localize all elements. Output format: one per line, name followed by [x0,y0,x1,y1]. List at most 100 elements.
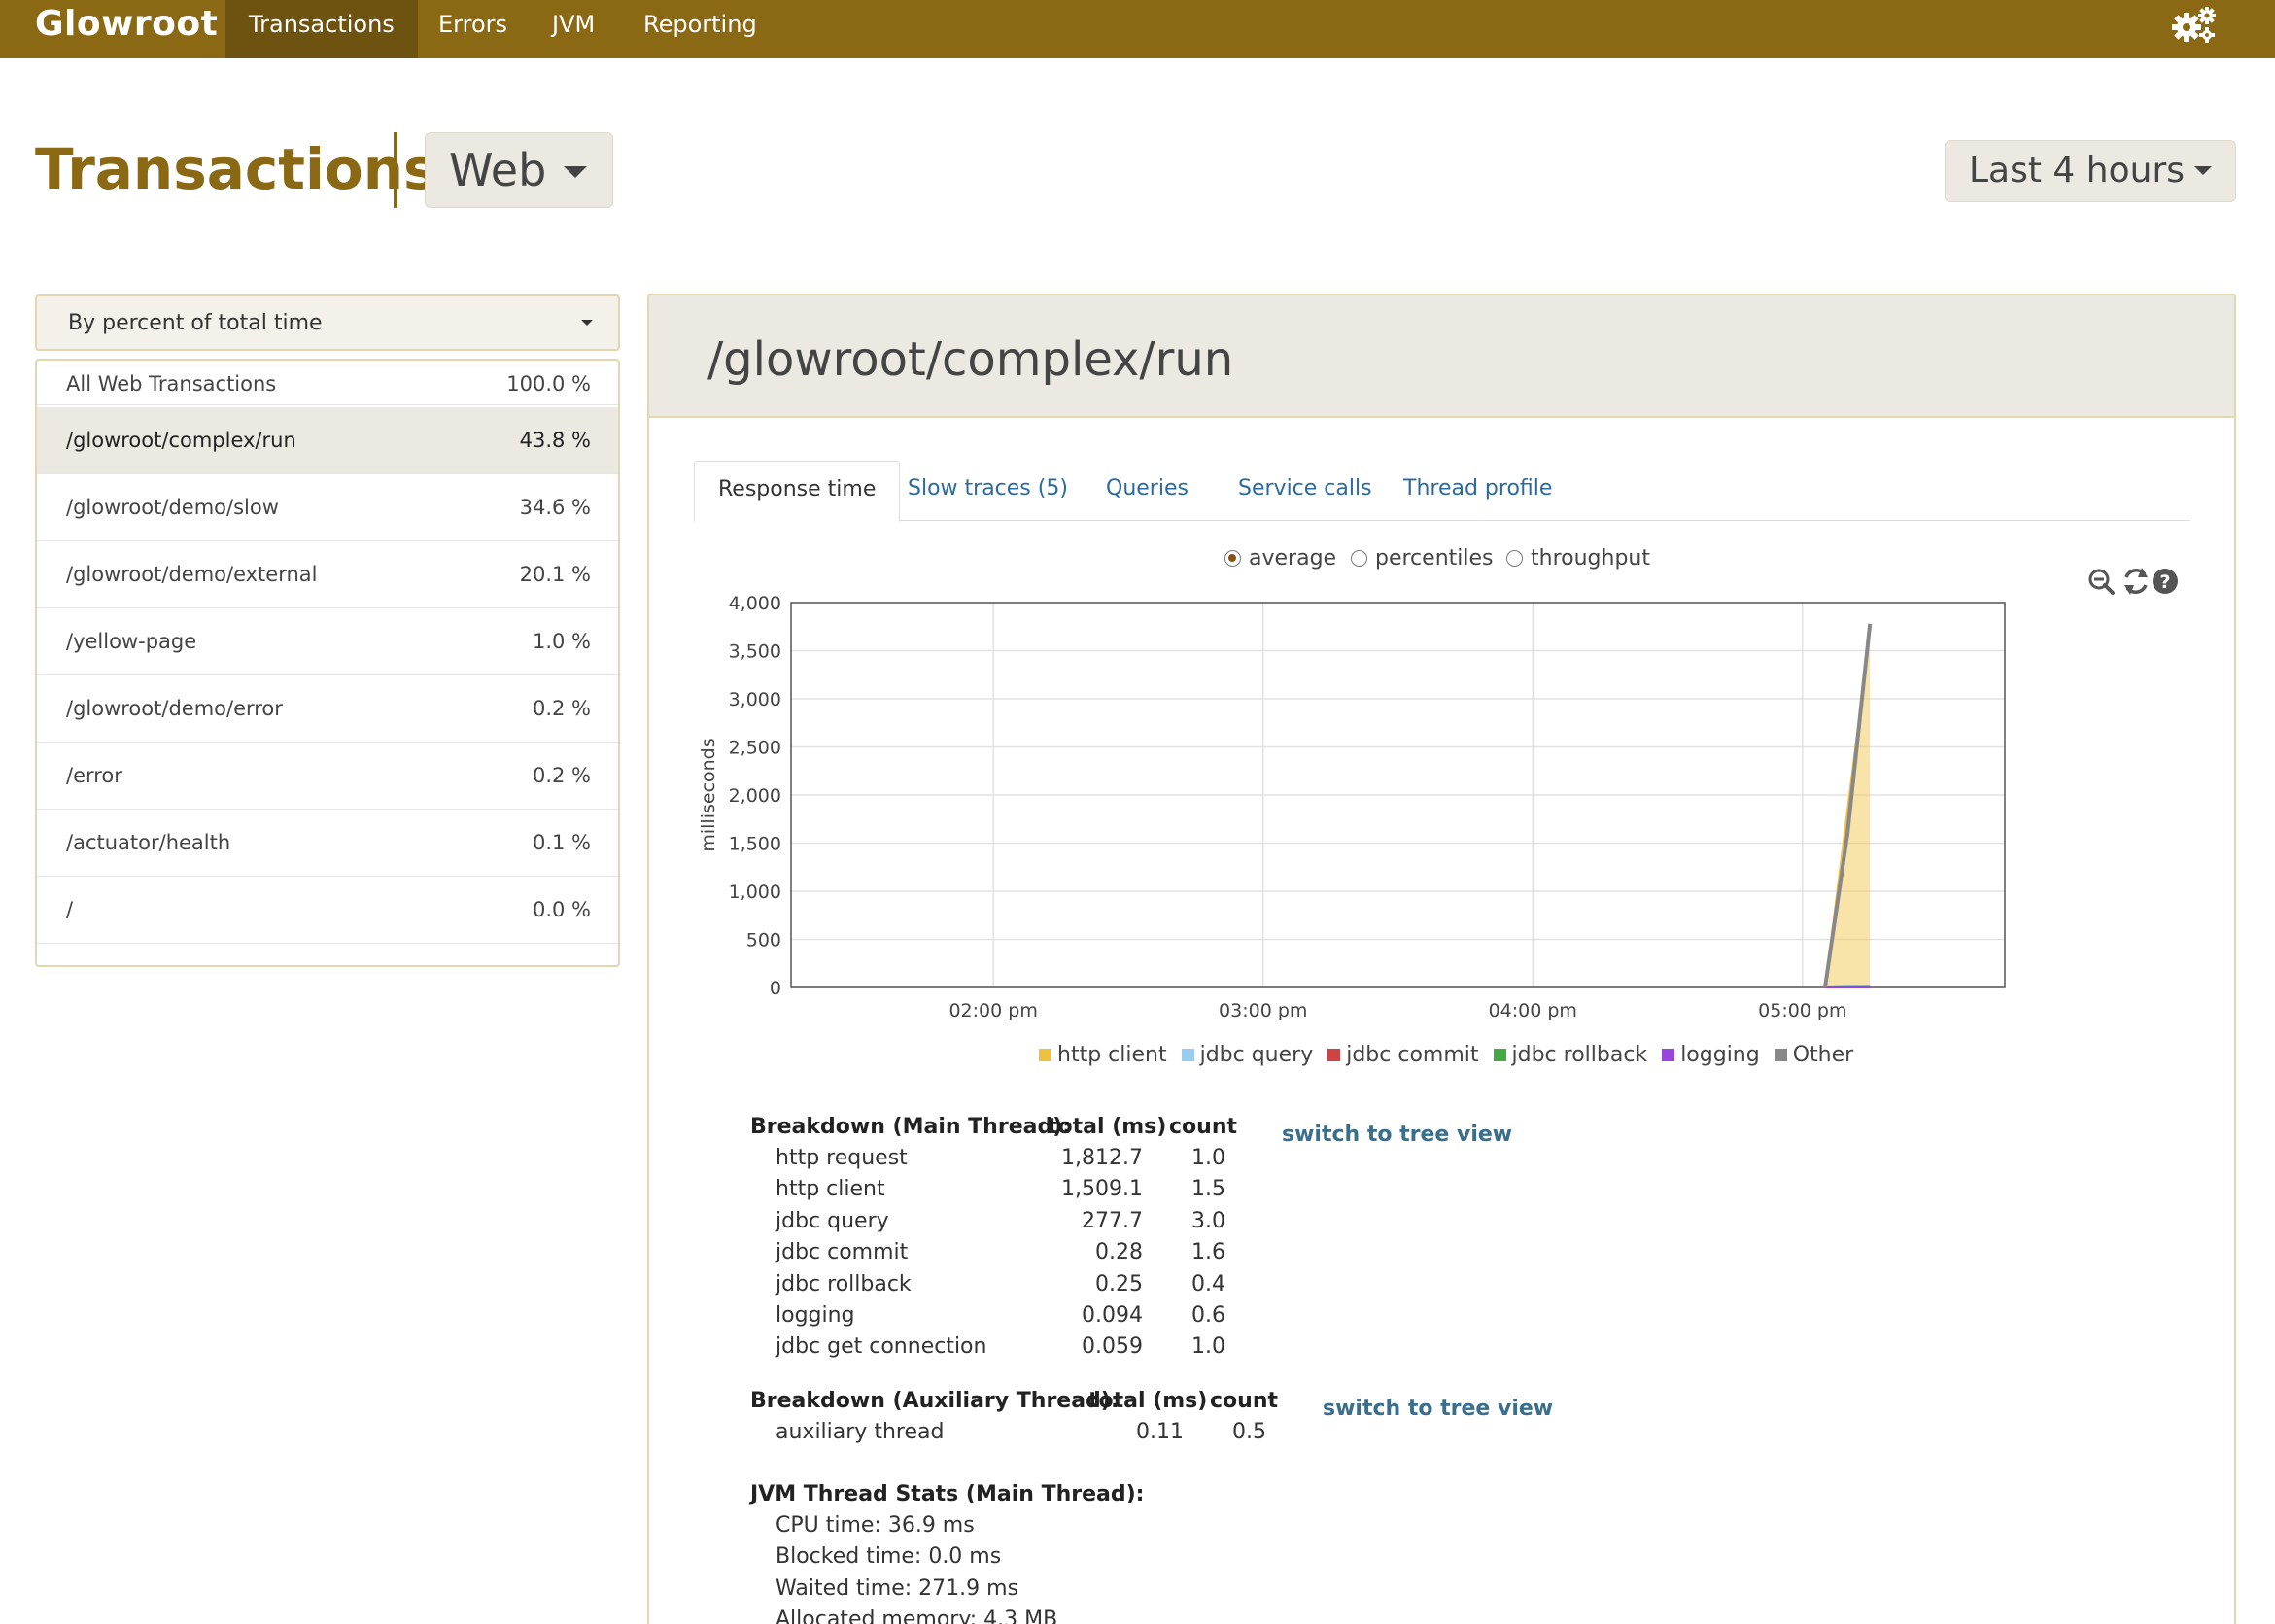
jvm-stat-line: Waited time: 271.9 ms [776,1575,1019,1601]
legend-label: http client [1057,1043,1167,1067]
switch-to-tree-view-aux[interactable]: switch to tree view [1323,1394,1553,1425]
breakdown-count: 1.0 [1191,1334,1225,1360]
transaction-name: All Web Transactions [66,372,277,396]
breakdown-count: 3.0 [1191,1208,1225,1233]
legend-item[interactable]: Other [1773,1041,1854,1070]
nav-transactions[interactable]: Transactions [225,0,418,58]
breakdown-col-count: count [1169,1115,1237,1139]
y-tick-label: 3,000 [729,689,781,710]
y-tick-label: 1,500 [729,834,781,855]
nav-jvm[interactable]: JVM [529,0,618,58]
transaction-type-dropdown[interactable]: Web [425,132,613,208]
jvm-stats-heading: JVM Thread Stats (Main Thread): [750,1482,1145,1506]
transaction-row[interactable]: /glowroot/demo/slow 34.6 % [37,474,618,541]
breakdown-count: 0.5 [1232,1420,1266,1444]
legend-item[interactable]: jdbc rollback [1492,1041,1647,1070]
breakdown-row: http request 1,812.7 1.0 [750,1143,1227,1174]
y-tick-label: 0 [770,978,781,999]
breakdown-total: 1,509.1 [1061,1177,1143,1202]
breakdown-heading: Breakdown (Main Thread): [750,1115,1072,1139]
breakdown-count: 1.5 [1191,1177,1225,1202]
gears-icon[interactable] [2170,4,2217,45]
x-tick-label: 03:00 pm [1219,1000,1307,1021]
jvm-stat-line: Allocated memory: 4.3 MB [776,1607,1058,1624]
breakdown-col-total: total (ms) [1088,1389,1208,1413]
y-axis-label: milliseconds [698,738,719,851]
legend-item[interactable]: http client [1038,1041,1167,1070]
y-tick-label: 3,500 [729,641,781,663]
transaction-list: All Web Transactions 100.0 % /glowroot/com… [35,359,620,967]
breakdown-name: logging [776,1303,855,1328]
jvm-stat-line: Blocked time: 0.0 ms [776,1544,1002,1570]
legend-swatch [1661,1048,1676,1062]
transaction-row[interactable]: /error 0.2 % [37,743,618,810]
time-range-label: Last 4 hours [1969,151,2185,190]
transaction-row[interactable]: /glowroot/complex/run 43.8 % [37,407,618,474]
y-tick-label: 500 [746,930,781,951]
transaction-row[interactable]: / 0.0 % [37,877,618,944]
x-tick-label: 04:00 pm [1489,1000,1577,1021]
breakdown-name: http request [776,1146,908,1170]
chevron-down-icon [564,166,587,178]
legend-label: jdbc commit [1346,1043,1479,1067]
breakdown-total: 0.059 [1082,1334,1143,1360]
switch-to-tree-view-main[interactable]: switch to tree view [1282,1120,1512,1151]
transaction-name: /glowroot/demo/slow [66,496,279,519]
transaction-percent: 100.0 % [506,372,591,396]
breakdown-row: jdbc query 277.7 3.0 [750,1206,1227,1237]
breakdown-total: 0.094 [1082,1303,1143,1328]
breakdown-name: http client [776,1177,885,1202]
transaction-row[interactable]: /glowroot/demo/error 0.2 % [37,675,618,743]
transaction-percent: 0.0 % [532,898,591,921]
legend-label: logging [1680,1043,1760,1067]
breakdown-row: http client 1,509.1 1.5 [750,1174,1227,1205]
breakdown-heading: Breakdown (Auxiliary Thread): [750,1389,1120,1413]
y-tick-label: 2,500 [729,738,781,759]
transaction-name: /actuator/health [66,831,231,854]
transaction-percent: 34.6 % [519,496,591,519]
transaction-name: /yellow-page [66,630,197,653]
response-time-chart[interactable]: 0 500 1,000 1,500 2,000 2,500 3,000 3,500 4,000 0… [649,295,2234,1034]
breakdown-name: jdbc commit [776,1240,909,1265]
breakdown-total: 0.28 [1095,1240,1143,1265]
transaction-row[interactable]: /yellow-page 1.0 % [37,608,618,675]
transaction-name: /glowroot/demo/error [66,697,283,720]
breakdown-count: 0.6 [1191,1303,1225,1328]
transaction-row[interactable]: /glowroot/demo/external 20.1 % [37,541,618,608]
x-tick-label: 05:00 pm [1758,1000,1846,1021]
legend-label: Other [1792,1043,1854,1067]
breakdown-total: 0.25 [1095,1271,1143,1296]
legend-item[interactable]: jdbc commit [1327,1041,1479,1070]
sort-select-label: By percent of total time [68,311,323,335]
transaction-name: /glowroot/demo/external [66,563,318,586]
breakdown-row: jdbc rollback 0.25 0.4 [750,1269,1227,1300]
legend-swatch [1180,1048,1195,1062]
breakdown-name: jdbc query [776,1208,889,1233]
legend-swatch [1327,1048,1342,1062]
jvm-stat-line: CPU time: 36.9 ms [776,1513,975,1538]
breakdown-count: 0.4 [1191,1271,1225,1296]
transaction-name: /error [66,764,122,787]
transaction-row[interactable]: /actuator/health 0.1 % [37,810,618,877]
transaction-row[interactable]: All Web Transactions 100.0 % [37,361,618,405]
transaction-percent: 1.0 % [532,630,591,653]
top-navbar: Glowroot Transactions Errors JVM Reporti… [0,0,2275,58]
title-divider [394,132,397,208]
breakdown-name: jdbc rollback [776,1271,912,1296]
breakdown-row: jdbc commit 0.28 1.6 [750,1237,1227,1268]
breakdown-row: logging 0.094 0.6 [750,1300,1227,1331]
x-tick-label: 02:00 pm [948,1000,1037,1021]
breakdown-name: jdbc get connection [776,1334,987,1360]
time-range-dropdown[interactable]: Last 4 hours [1945,140,2236,202]
legend-item[interactable]: logging [1661,1041,1760,1070]
legend-item[interactable]: jdbc query [1180,1041,1313,1070]
breakdown-row: auxiliary thread 0.11 0.5 [750,1417,1268,1448]
breakdown-total: 0.11 [1136,1420,1184,1444]
breakdown-count: 1.6 [1191,1240,1225,1265]
nav-reporting[interactable]: Reporting [620,0,780,58]
breakdown-total: 1,812.7 [1061,1146,1143,1170]
nav-errors[interactable]: Errors [415,0,531,58]
brand-logo[interactable]: Glowroot [35,4,218,45]
breakdown-count: 1.0 [1191,1146,1225,1170]
sort-select[interactable]: By percent of total time [35,294,620,351]
